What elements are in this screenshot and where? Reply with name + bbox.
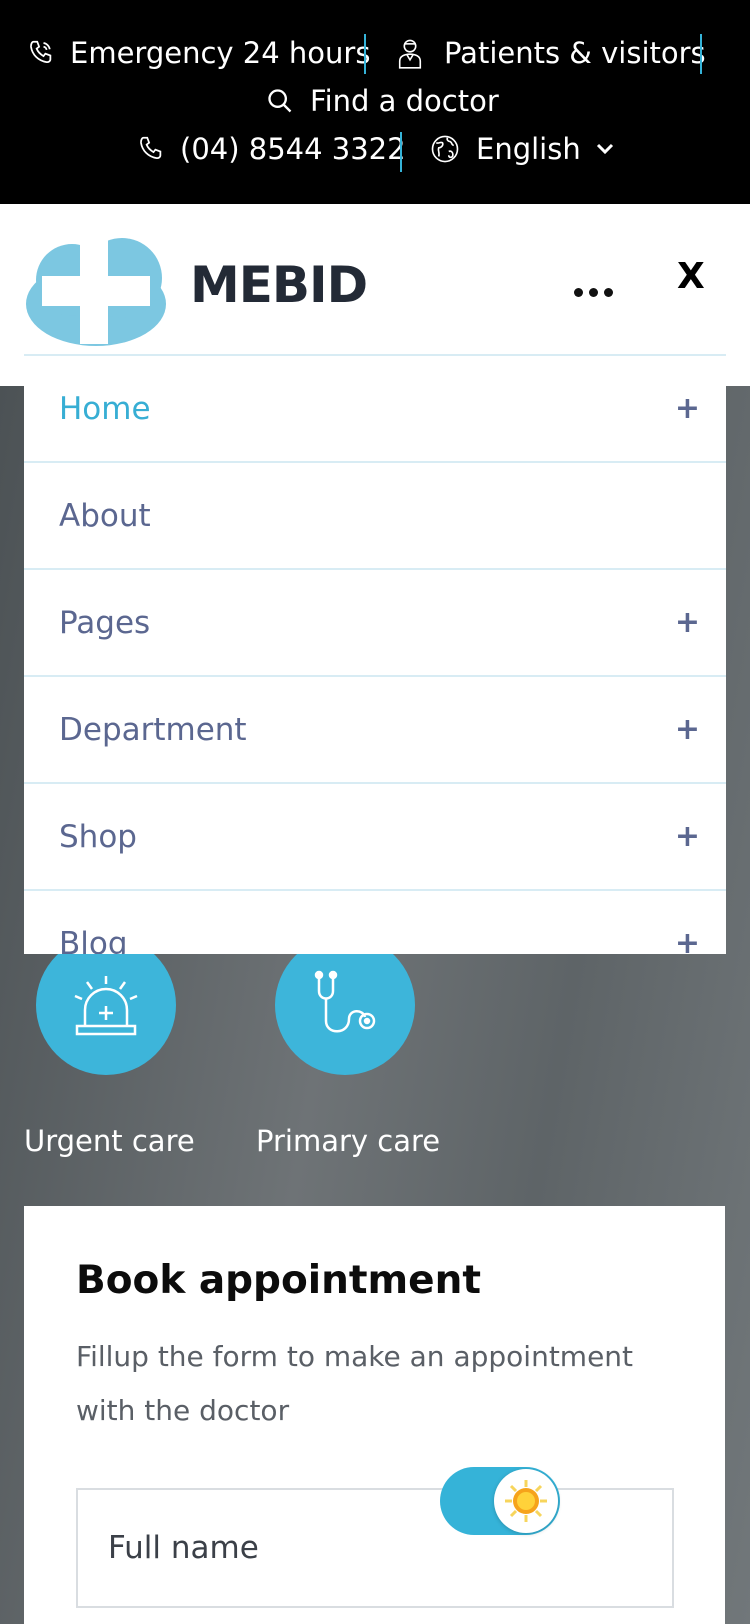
find-doctor-label: Find a doctor bbox=[310, 84, 499, 118]
toggle-knob bbox=[494, 1469, 558, 1533]
expand-plus-icon[interactable]: + bbox=[675, 926, 700, 954]
service-label-urgent-care: Urgent care bbox=[24, 1124, 195, 1158]
divider bbox=[700, 34, 702, 74]
logo-text: MEBID bbox=[190, 256, 368, 314]
divider bbox=[400, 132, 402, 172]
menu-item-label: Blog bbox=[59, 925, 128, 955]
phone-icon bbox=[140, 136, 162, 160]
appointment-title: Book appointment bbox=[76, 1258, 482, 1303]
top-bar: Emergency 24 hours Patients & visitors F… bbox=[0, 0, 750, 204]
stethoscope-icon bbox=[314, 970, 376, 1033]
theme-toggle[interactable] bbox=[440, 1467, 560, 1535]
appointment-card: Book appointment Fillup the form to make… bbox=[24, 1206, 725, 1624]
menu-item-label: Department bbox=[59, 711, 247, 748]
appointment-description: Fillup the form to make an appointment w… bbox=[76, 1340, 634, 1427]
menu-item-home[interactable]: Home + bbox=[24, 356, 726, 463]
menu-item-shop[interactable]: Shop + bbox=[24, 784, 726, 891]
menu-item-blog[interactable]: Blog + bbox=[24, 891, 726, 955]
divider bbox=[364, 34, 366, 74]
emergency-label: Emergency 24 hours bbox=[70, 36, 371, 70]
menu-item-about[interactable]: About bbox=[24, 463, 726, 570]
service-label-primary-care: Primary care bbox=[256, 1124, 441, 1158]
logo[interactable]: MEBID bbox=[24, 234, 368, 349]
find-doctor-link[interactable]: Find a doctor bbox=[266, 84, 499, 118]
doctor-icon bbox=[398, 39, 422, 69]
phone-number: (04) 8544 3322 bbox=[180, 132, 406, 166]
phone-call-icon bbox=[30, 40, 52, 64]
emergency-link[interactable]: Emergency 24 hours bbox=[26, 36, 370, 70]
menu-item-label: Pages bbox=[59, 604, 151, 641]
menu-item-department[interactable]: Department + bbox=[24, 677, 726, 784]
expand-plus-icon[interactable]: + bbox=[675, 605, 700, 640]
medical-cross-logo-icon bbox=[26, 238, 166, 346]
expand-plus-icon[interactable]: + bbox=[675, 391, 700, 426]
menu-item-label: Home bbox=[59, 390, 151, 427]
chevron-down-icon bbox=[596, 143, 613, 155]
search-icon bbox=[268, 89, 292, 113]
service-primary-care[interactable] bbox=[275, 935, 415, 1075]
alarm-light-icon bbox=[74, 976, 138, 1036]
patients-label: Patients & visitors bbox=[444, 36, 706, 70]
expand-plus-icon[interactable]: + bbox=[675, 712, 700, 747]
phone-link[interactable]: (04) 8544 3322 bbox=[136, 132, 406, 166]
service-urgent-care[interactable] bbox=[36, 935, 176, 1075]
sun-icon bbox=[505, 1480, 547, 1522]
close-menu-button[interactable]: X bbox=[677, 256, 705, 297]
expand-plus-icon[interactable]: + bbox=[675, 819, 700, 854]
language-selector[interactable]: English bbox=[430, 132, 615, 166]
full-name-input[interactable]: Full name bbox=[76, 1488, 674, 1608]
service-icon-circle bbox=[275, 935, 415, 1075]
patients-visitors-link[interactable]: Patients & visitors bbox=[396, 36, 706, 70]
mobile-nav-menu: Home + About Pages + Department + Shop +… bbox=[24, 354, 726, 954]
more-options-icon[interactable] bbox=[574, 288, 613, 297]
language-label: English bbox=[476, 132, 581, 166]
service-icon-circle bbox=[36, 935, 176, 1075]
full-name-placeholder: Full name bbox=[108, 1530, 259, 1566]
menu-item-label: Shop bbox=[59, 818, 137, 855]
globe-icon bbox=[431, 135, 459, 163]
menu-item-pages[interactable]: Pages + bbox=[24, 570, 726, 677]
menu-item-label: About bbox=[59, 497, 151, 534]
